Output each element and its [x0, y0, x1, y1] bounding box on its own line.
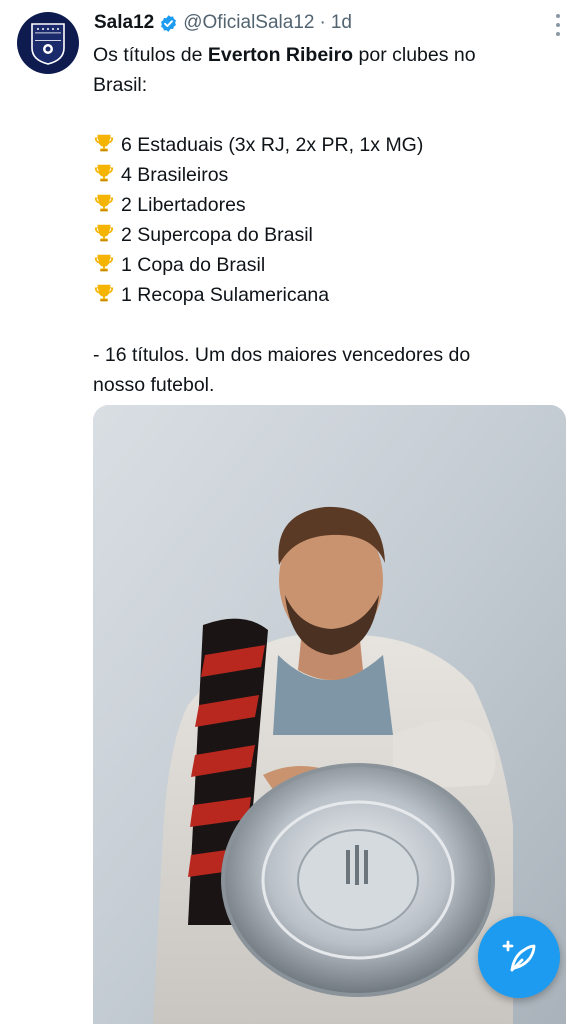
intro-text-end: por clubes no [353, 44, 476, 66]
intro-text: Os títulos de [93, 44, 208, 66]
player-name: Everton Ribeiro [207, 44, 354, 66]
trophy-icon [94, 134, 114, 152]
compose-post-icon [502, 940, 536, 972]
separator-dot: · [319, 12, 326, 33]
trophy-icon [94, 164, 114, 182]
title-text: 2 Libertadores [121, 194, 246, 216]
title-text: 1 Copa do Brasil [121, 254, 266, 276]
author-display-name[interactable]: Sala12 [94, 12, 154, 34]
compose-post-button[interactable] [478, 916, 560, 998]
title-item: 6 Estaduais (3x RJ, 2x PR, 1x MG) [93, 130, 563, 160]
tweet-header: Sala12 @OficialSala12 · 1d [94, 10, 352, 36]
verified-badge-icon [161, 14, 177, 32]
sala12-logo-icon [31, 23, 65, 65]
title-text: 1 Recopa Sulamericana [121, 284, 330, 306]
title-text: 6 Estaduais (3x RJ, 2x PR, 1x MG) [121, 134, 424, 156]
summary-line: - 16 títulos. Um dos maiores vencedores … [93, 344, 471, 366]
trophy-icon [94, 284, 114, 302]
intro-line: Os títulos de Everton Ribeiro por clubes… [93, 40, 563, 70]
trophy-icon [94, 254, 114, 272]
author-avatar[interactable] [17, 12, 79, 74]
summary-line-2: nosso futebol. [93, 374, 215, 396]
title-item: 2 Libertadores [93, 190, 563, 220]
tweet-card[interactable]: Sala12 @OficialSala12 · 1d Os títulos de… [0, 0, 584, 1024]
more-options-icon[interactable] [554, 14, 562, 36]
tweet-text: Os títulos de Everton Ribeiro por clubes… [93, 40, 563, 400]
title-item: 1 Copa do Brasil [93, 250, 563, 280]
trophy-icon [94, 224, 114, 242]
author-handle[interactable]: @OficialSala12 [183, 12, 314, 34]
title-item: 1 Recopa Sulamericana [93, 280, 563, 310]
trophy-icon [94, 194, 114, 212]
title-item: 4 Brasileiros [93, 160, 563, 190]
title-text: 2 Supercopa do Brasil [121, 224, 313, 246]
tweet-timestamp[interactable]: 1d [331, 12, 352, 34]
title-item: 2 Supercopa do Brasil [93, 220, 563, 250]
title-text: 4 Brasileiros [121, 164, 229, 186]
intro-line-2: Brasil: [93, 74, 148, 96]
